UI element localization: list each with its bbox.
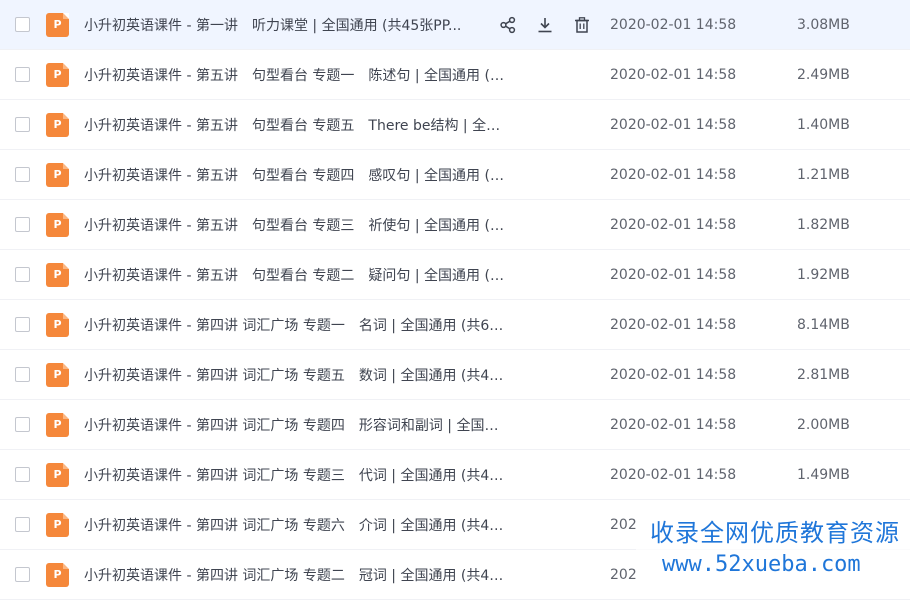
- file-row[interactable]: P 小升初英语课件 - 第四讲 词汇广场 专题三 代词 | 全国通用 (共46张…: [0, 450, 910, 500]
- delete-icon[interactable]: [572, 15, 592, 35]
- file-row[interactable]: P 小升初英语课件 - 第五讲 句型看台 专题五 There be结构 | 全国…: [0, 100, 910, 150]
- ppt-file-icon: P: [46, 62, 69, 87]
- file-name[interactable]: 小升初英语课件 - 第四讲 词汇广场 专题四 形容词和副词 | 全国通用 (共.…: [84, 415, 504, 435]
- ppt-file-icon: P: [46, 562, 69, 587]
- modified-date: 2020-02-01 14:58: [610, 416, 737, 433]
- row-actions: [498, 15, 592, 35]
- modified-date: 2020-02-01 14:58: [610, 316, 737, 333]
- file-row[interactable]: P 小升初英语课件 - 第五讲 句型看台 专题三 祈使句 | 全国通用 (共34…: [0, 200, 910, 250]
- download-icon[interactable]: [535, 15, 555, 35]
- file-name[interactable]: 小升初英语课件 - 第四讲 词汇广场 专题一 名词 | 全国通用 (共66张PP…: [84, 315, 504, 335]
- ppt-file-icon: P: [46, 112, 69, 137]
- row-checkbox[interactable]: [15, 467, 30, 482]
- row-checkbox[interactable]: [15, 517, 30, 532]
- modified-date: 2020-02-01 14:58: [610, 16, 737, 33]
- file-row[interactable]: P 小升初英语课件 - 第五讲 句型看台 专题四 感叹句 | 全国通用 (共33…: [0, 150, 910, 200]
- file-size: 1.21MB: [797, 166, 850, 183]
- ppt-file-icon: P: [46, 462, 69, 487]
- modified-date: 2020-02-01 14:58: [610, 466, 737, 483]
- modified-date: 2020-02-01 14:58: [610, 366, 737, 383]
- modified-date: 202: [610, 516, 637, 533]
- modified-date: 2020-02-01 14:58: [610, 216, 737, 233]
- ppt-file-icon: P: [46, 212, 69, 237]
- file-name[interactable]: 小升初英语课件 - 第五讲 句型看台 专题二 疑问句 | 全国通用 (共46张P…: [84, 265, 504, 285]
- ppt-file-icon: P: [46, 12, 69, 37]
- file-name[interactable]: 小升初英语课件 - 第五讲 句型看台 专题一 陈述句 | 全国通用 (共37张P…: [84, 65, 504, 85]
- file-size: 1.40MB: [797, 116, 850, 133]
- modified-date: 202: [610, 566, 637, 583]
- row-checkbox[interactable]: [15, 267, 30, 282]
- modified-date: 2020-02-01 14:58: [610, 266, 737, 283]
- row-checkbox[interactable]: [15, 67, 30, 82]
- file-name[interactable]: 小升初英语课件 - 第四讲 词汇广场 专题六 介词 | 全国通用 (共45张PP…: [84, 515, 504, 535]
- file-name[interactable]: 小升初英语课件 - 第五讲 句型看台 专题四 感叹句 | 全国通用 (共33张P…: [84, 165, 504, 185]
- row-checkbox[interactable]: [15, 17, 30, 32]
- ppt-file-icon: P: [46, 262, 69, 287]
- ppt-file-icon: P: [46, 162, 69, 187]
- file-name[interactable]: 小升初英语课件 - 第四讲 词汇广场 专题三 代词 | 全国通用 (共46张PP…: [84, 465, 504, 485]
- file-size: 1.92MB: [797, 266, 850, 283]
- share-icon[interactable]: [498, 15, 518, 35]
- file-size: 8.14MB: [797, 316, 850, 333]
- row-checkbox[interactable]: [15, 317, 30, 332]
- watermark-slogan: 收录全网优质教育资源: [650, 519, 900, 547]
- file-size: 1.82MB: [797, 216, 850, 233]
- ppt-file-icon: P: [46, 412, 69, 437]
- row-checkbox[interactable]: [15, 417, 30, 432]
- ppt-file-icon: P: [46, 312, 69, 337]
- file-size: 1.49MB: [797, 466, 850, 483]
- file-name[interactable]: 小升初英语课件 - 第五讲 句型看台 专题三 祈使句 | 全国通用 (共34张P…: [84, 215, 504, 235]
- ppt-file-icon: P: [46, 512, 69, 537]
- modified-date: 2020-02-01 14:58: [610, 116, 737, 133]
- ppt-file-icon: P: [46, 362, 69, 387]
- row-checkbox[interactable]: [15, 567, 30, 582]
- file-size: 2.49MB: [797, 66, 850, 83]
- file-row[interactable]: P 小升初英语课件 - 第四讲 词汇广场 专题五 数词 | 全国通用 (共47张…: [0, 350, 910, 400]
- row-checkbox[interactable]: [15, 367, 30, 382]
- watermark-url: www.52xueba.com: [662, 552, 861, 577]
- file-size: 3.08MB: [797, 16, 850, 33]
- file-row[interactable]: P 小升初英语课件 - 第四讲 词汇广场 专题四 形容词和副词 | 全国通用 (…: [0, 400, 910, 450]
- row-checkbox[interactable]: [15, 217, 30, 232]
- modified-date: 2020-02-01 14:58: [610, 166, 737, 183]
- file-name[interactable]: 小升初英语课件 - 第四讲 词汇广场 专题五 数词 | 全国通用 (共47张PP…: [84, 365, 504, 385]
- file-row[interactable]: P 小升初英语课件 - 第五讲 句型看台 专题二 疑问句 | 全国通用 (共46…: [0, 250, 910, 300]
- file-row[interactable]: P 小升初英语课件 - 第一讲 听力课堂 | 全国通用 (共45张PP... 2…: [0, 0, 910, 50]
- file-size: 2.81MB: [797, 366, 850, 383]
- file-size: 2.00MB: [797, 416, 850, 433]
- file-name[interactable]: 小升初英语课件 - 第五讲 句型看台 专题五 There be结构 | 全国通用…: [84, 115, 504, 135]
- row-checkbox[interactable]: [15, 167, 30, 182]
- file-row[interactable]: P 小升初英语课件 - 第五讲 句型看台 专题一 陈述句 | 全国通用 (共37…: [0, 50, 910, 100]
- file-name[interactable]: 小升初英语课件 - 第四讲 词汇广场 专题二 冠词 | 全国通用 (共40张PP…: [84, 565, 504, 585]
- file-name[interactable]: 小升初英语课件 - 第一讲 听力课堂 | 全国通用 (共45张PP...: [84, 15, 488, 35]
- file-row[interactable]: P 小升初英语课件 - 第四讲 词汇广场 专题一 名词 | 全国通用 (共66张…: [0, 300, 910, 350]
- modified-date: 2020-02-01 14:58: [610, 66, 737, 83]
- row-checkbox[interactable]: [15, 117, 30, 132]
